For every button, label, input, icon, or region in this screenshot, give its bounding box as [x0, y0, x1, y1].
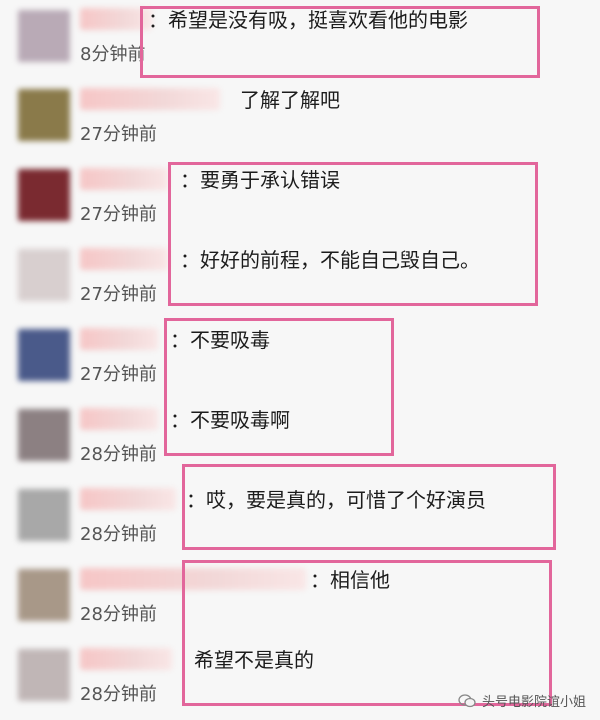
- avatar[interactable]: [18, 89, 70, 141]
- comment-text: ：不要吸毒啊: [170, 408, 290, 432]
- comment-row: 了解了解吧 27分钟前: [0, 80, 600, 161]
- username-blurred[interactable]: [80, 328, 158, 350]
- timestamp: 28分钟前: [80, 444, 157, 465]
- avatar[interactable]: [18, 329, 70, 381]
- timestamp: 8分钟前: [80, 44, 146, 65]
- comment-row: ：相信他 28分钟前: [0, 560, 600, 641]
- username-blurred[interactable]: [80, 88, 220, 110]
- avatar[interactable]: [18, 169, 70, 221]
- comment-row: ：哎，要是真的，可惜了个好演员 28分钟前: [0, 480, 600, 561]
- username-blurred[interactable]: [80, 248, 168, 270]
- comment-text: 希望不是真的: [194, 648, 314, 672]
- username-blurred[interactable]: [80, 488, 176, 510]
- comment-text: ：好好的前程，不能自己毁自己。: [180, 248, 480, 272]
- timestamp: 28分钟前: [80, 524, 157, 545]
- username-blurred[interactable]: [80, 8, 152, 30]
- timestamp: 27分钟前: [80, 204, 157, 225]
- username-blurred[interactable]: [80, 408, 158, 430]
- timestamp: 28分钟前: [80, 684, 157, 705]
- timestamp: 28分钟前: [80, 604, 157, 625]
- comment-text: ：相信他: [310, 568, 390, 592]
- avatar[interactable]: [18, 409, 70, 461]
- comment-row: ：好好的前程，不能自己毁自己。 27分钟前: [0, 240, 600, 321]
- comment-row: ：希望是没有吸，挺喜欢看他的电影 8分钟前: [0, 0, 600, 81]
- avatar[interactable]: [18, 649, 70, 701]
- comment-text: ：要勇于承认错误: [180, 168, 340, 192]
- comment-row: ：不要吸毒啊 28分钟前: [0, 400, 600, 481]
- avatar[interactable]: [18, 10, 70, 62]
- comment-text: ：哎，要是真的，可惜了个好演员: [186, 488, 486, 512]
- comment-text: ：希望是没有吸，挺喜欢看他的电影: [148, 8, 468, 32]
- timestamp: 27分钟前: [80, 124, 157, 145]
- avatar[interactable]: [18, 489, 70, 541]
- avatar[interactable]: [18, 569, 70, 621]
- avatar[interactable]: [18, 249, 70, 301]
- watermark: 头号电影院谊小姐: [458, 691, 586, 710]
- comment-row: ：不要吸毒 27分钟前: [0, 320, 600, 401]
- comment-text: ：不要吸毒: [170, 328, 270, 352]
- comment-row: ：要勇于承认错误 27分钟前: [0, 160, 600, 241]
- username-blurred[interactable]: [80, 648, 172, 670]
- timestamp: 27分钟前: [80, 284, 157, 305]
- timestamp: 27分钟前: [80, 364, 157, 385]
- username-blurred[interactable]: [80, 168, 168, 190]
- comment-text: 了解了解吧: [240, 88, 340, 112]
- watermark-text: 头号电影院谊小姐: [481, 695, 586, 710]
- username-blurred[interactable]: [80, 568, 306, 590]
- wechat-icon: [458, 693, 476, 707]
